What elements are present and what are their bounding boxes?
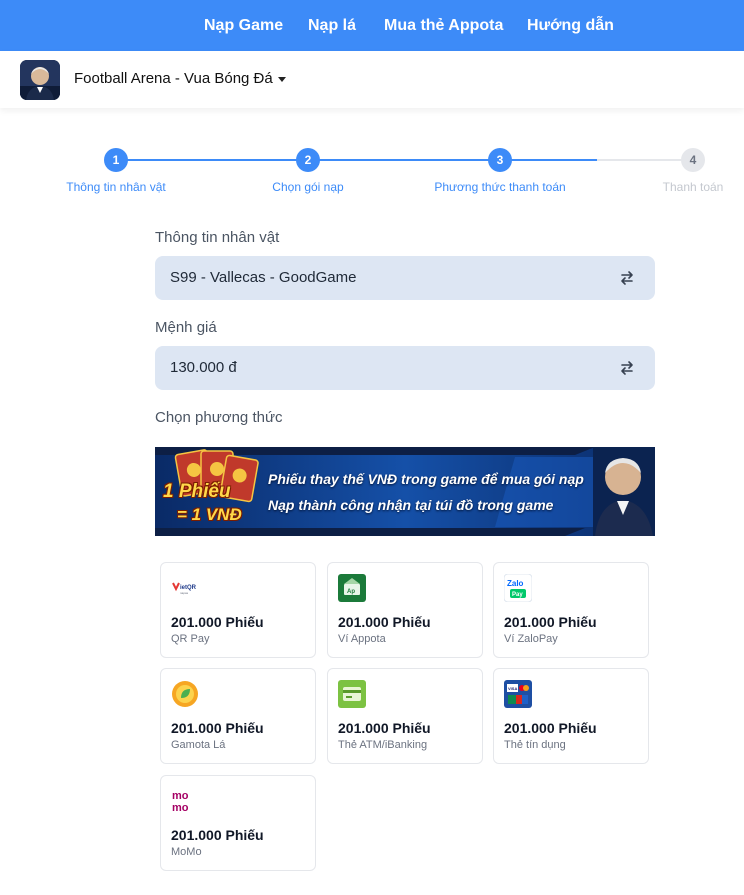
- payment-option-atm-ibanking[interactable]: 201.000 Phiếu Thẻ ATM/iBanking: [327, 668, 483, 764]
- payment-amount: 201.000 Phiếu: [171, 614, 264, 630]
- payment-name: Thẻ tín dụng: [504, 739, 566, 751]
- svg-text:Zalo: Zalo: [507, 579, 524, 588]
- appota-wallet-icon: Ap: [338, 574, 366, 602]
- payment-name: MoMo: [171, 846, 202, 858]
- nav-item-nap-la[interactable]: Nạp lá: [308, 0, 356, 51]
- banner-badge-line1: 1 Phiếu: [163, 481, 231, 502]
- banner-line2: Nạp thành công nhận tại túi đồ trong gam…: [268, 497, 554, 513]
- amount-select-value: 130.000 đ: [170, 359, 237, 376]
- step-connector: [116, 159, 308, 161]
- payment-name: QR Pay: [171, 633, 210, 645]
- game-logo: [20, 60, 60, 100]
- payment-name: Ví ZaloPay: [504, 633, 558, 645]
- step-2-label: Chọn gói nạp: [272, 180, 344, 194]
- banner-badge-line2: = 1 VNĐ: [177, 505, 242, 524]
- svg-text:mo: mo: [172, 802, 189, 814]
- svg-text:napas: napas: [180, 591, 189, 595]
- amount-select[interactable]: 130.000 đ: [155, 346, 655, 390]
- swap-icon[interactable]: [619, 270, 635, 286]
- payment-amount: 201.000 Phiếu: [504, 720, 597, 736]
- vietqr-icon: ietQR napas: [171, 574, 199, 602]
- promo-banner: 1 Phiếu = 1 VNĐ Phiếu thay thế VNĐ trong…: [155, 447, 655, 536]
- step-2-circle: 2: [296, 148, 320, 172]
- atm-card-icon: [338, 680, 366, 708]
- payment-amount: 201.000 Phiếu: [338, 720, 431, 736]
- caret-down-icon[interactable]: [278, 77, 286, 82]
- payment-amount: 201.000 Phiếu: [171, 827, 264, 843]
- payment-name: Ví Appota: [338, 633, 386, 645]
- payment-option-zalopay[interactable]: Zalo Pay 201.000 Phiếu Ví ZaloPay: [493, 562, 649, 658]
- step-connector: [500, 159, 597, 161]
- payment-option-appota-wallet[interactable]: Ap 201.000 Phiếu Ví Appota: [327, 562, 483, 658]
- payment-name: Gamota Lá: [171, 739, 226, 751]
- character-select-value: S99 - Vallecas - GoodGame: [170, 269, 357, 286]
- svg-text:VISA: VISA: [508, 686, 517, 691]
- nav-item-huong-dan[interactable]: Hướng dẫn: [527, 0, 614, 51]
- character-info-label: Thông tin nhân vật: [155, 229, 280, 246]
- progress-stepper: 1 2 3 4 Thông tin nhân vật Chọn gói nạp …: [0, 140, 744, 200]
- step-connector: [597, 159, 693, 161]
- svg-text:Pay: Pay: [512, 592, 523, 598]
- banner-line1: Phiếu thay thế VNĐ trong game để mua gói…: [268, 471, 584, 487]
- svg-text:mo: mo: [172, 790, 189, 802]
- step-3-circle: 3: [488, 148, 512, 172]
- game-selector-bar: Football Arena - Vua Bóng Đá: [0, 51, 744, 108]
- top-navigation: Nạp Game Nạp lá Mua thẻ Appota Hướng dẫn: [0, 0, 744, 51]
- step-4-label: Thanh toán: [662, 180, 724, 194]
- nav-item-nap-game[interactable]: Nạp Game: [204, 0, 283, 51]
- game-name[interactable]: Football Arena - Vua Bóng Đá: [74, 70, 273, 87]
- nav-item-mua-the-appota[interactable]: Mua thẻ Appota: [384, 0, 503, 51]
- payment-option-credit-card[interactable]: VISA 201.000 Phiếu Thẻ tín dụng: [493, 668, 649, 764]
- momo-icon: mo mo: [172, 790, 189, 814]
- swap-icon[interactable]: [619, 360, 635, 376]
- zalopay-icon: Zalo Pay: [504, 574, 532, 602]
- payment-option-momo[interactable]: mo mo 201.000 Phiếu MoMo: [160, 775, 316, 871]
- payment-option-gamota-leaf[interactable]: 201.000 Phiếu Gamota Lá: [160, 668, 316, 764]
- payment-method-label: Chọn phương thức: [155, 409, 283, 426]
- payment-amount: 201.000 Phiếu: [338, 614, 431, 630]
- payment-amount: 201.000 Phiếu: [504, 614, 597, 630]
- credit-card-icon: VISA: [504, 680, 532, 708]
- step-connector: [308, 159, 500, 161]
- amount-label: Mệnh giá: [155, 319, 217, 336]
- svg-text:Ap: Ap: [347, 589, 355, 595]
- payment-amount: 201.000 Phiếu: [171, 720, 264, 736]
- payment-option-qr-pay[interactable]: ietQR napas 201.000 Phiếu QR Pay: [160, 562, 316, 658]
- step-3-label: Phương thức thanh toán: [434, 180, 566, 194]
- step-1-circle: 1: [104, 148, 128, 172]
- gamota-leaf-icon: [172, 681, 198, 707]
- payment-name: Thẻ ATM/iBanking: [338, 739, 428, 751]
- step-4-circle: 4: [681, 148, 705, 172]
- character-select[interactable]: S99 - Vallecas - GoodGame: [155, 256, 655, 300]
- step-1-label: Thông tin nhân vật: [66, 180, 166, 194]
